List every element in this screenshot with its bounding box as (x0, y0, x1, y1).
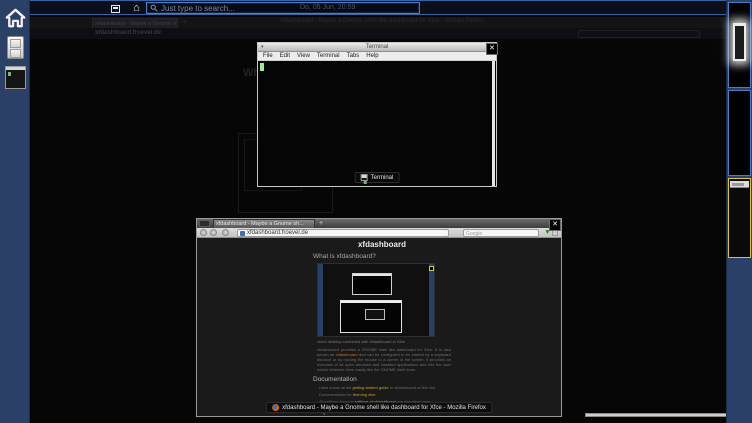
dashboard-searchbox[interactable] (146, 2, 420, 14)
firefox-search-field[interactable]: Google (463, 229, 539, 237)
firefox-tabbar: xfdashboard - Maybe a Gnome sh... + (197, 219, 561, 228)
terminal-menu-tabs[interactable]: Tabs (347, 53, 360, 59)
page-column: xfdashboard What is xfdashboard? xfce4 d… (313, 240, 451, 416)
intro-paragraph: xfdashboard provides a GNOME shell like … (317, 347, 451, 372)
terminal-menu-file[interactable]: File (263, 53, 273, 59)
workspace-window-titlebar (730, 181, 749, 188)
background-scrollbar (585, 413, 731, 417)
page-title: xfdashboard (313, 240, 451, 249)
search-icon (150, 4, 158, 12)
terminal-menubar: File Edit View Terminal Tabs Help (258, 52, 496, 61)
quicklaunch-file-manager[interactable] (0, 36, 30, 59)
screenshot-terminal-mini (352, 273, 392, 295)
workspace-thumbnail-3-active[interactable] (728, 178, 751, 258)
workspace-panel (726, 0, 752, 423)
doc-link[interactable]: theming xfce (353, 392, 376, 397)
terminal-content[interactable] (258, 61, 496, 186)
panel-clock: Do, 05 Jun, 20:59 (300, 4, 355, 11)
back-button[interactable] (200, 229, 207, 236)
terminal-menu-help[interactable]: Help (366, 53, 378, 59)
terminal-close-button[interactable]: ✕ (486, 43, 498, 55)
firefox-navbar: xfdashboard.froevel.de Google ▼ (197, 228, 561, 238)
dashboard-topbar: Do, 05 Jun, 20:59 ⌂ (30, 0, 726, 15)
firefox-window-preview[interactable]: xfdashboard - Maybe a Gnome sh... + xfda… (196, 218, 562, 417)
site-favicon (240, 231, 245, 236)
terminal-thumbnail-icon (5, 66, 26, 89)
file-manager-icon (7, 36, 24, 59)
quicklaunch-panel (0, 0, 30, 423)
home-icon (4, 7, 27, 30)
quicklaunch-terminal[interactable] (0, 66, 30, 89)
home-view-button[interactable]: ⌂ (129, 3, 144, 14)
firefox-page-content[interactable]: xfdashboard What is xfdashboard? xfce4 d… (197, 238, 561, 416)
url-field[interactable]: xfdashboard.froevel.de (237, 229, 449, 237)
doc-item: Documentation for theming xfce. (319, 392, 451, 397)
page-intro-heading: What is xfdashboard? (313, 253, 451, 260)
firefox-tab[interactable]: xfdashboard - Maybe a Gnome sh... (213, 219, 315, 228)
windows-view-icon (111, 5, 120, 13)
workspace-window-glow (733, 23, 746, 61)
firefox-window-label: xfdashboard - Maybe a Gnome shell like d… (266, 402, 492, 413)
workspace-thumbnail-1[interactable] (728, 2, 751, 88)
terminal-title: Terminal (258, 44, 496, 50)
background-firefox-tab: xfdashboard - Maybe a Gnome shel (92, 18, 178, 28)
screenshot-firefox-mini (340, 300, 402, 333)
terminal-titlebar: ▾ Terminal (258, 43, 496, 52)
doc-link[interactable]: getting started guide (352, 385, 388, 390)
terminal-window-preview[interactable]: ▾ Terminal File Edit View Terminal Tabs … (257, 42, 497, 187)
background-search-field (578, 30, 700, 38)
terminal-window-label: Terminal (355, 172, 400, 183)
doc-item: Have a look at the getting started guide… (319, 385, 451, 390)
screenshot-active-workspace (429, 266, 434, 271)
search-input[interactable] (161, 4, 391, 13)
url-text: xfdashboard.froevel.de (247, 230, 308, 236)
forward-button[interactable] (210, 229, 217, 236)
quicklaunch-home[interactable] (0, 7, 30, 30)
background-new-tab-icon: + (183, 19, 187, 26)
terminal-menu-view[interactable]: View (297, 53, 310, 59)
windows-view-button[interactable] (108, 3, 123, 14)
terminal-icon (361, 174, 368, 181)
terminal-menu-edit[interactable]: Edit (280, 53, 290, 59)
firefox-menu-button[interactable] (199, 220, 210, 227)
reload-button[interactable] (222, 229, 229, 236)
terminal-cursor (260, 63, 264, 71)
workspace-thumbnail-2[interactable] (728, 90, 751, 176)
background-window-title: xfdashboard - Maybe a Gnome shell like d… (280, 18, 484, 24)
terminal-menu-terminal[interactable]: Terminal (317, 53, 340, 59)
firefox-icon (272, 404, 279, 411)
screenshot-right-panel (429, 264, 434, 336)
new-tab-icon[interactable]: + (319, 220, 323, 227)
home-icon: ⌂ (133, 4, 140, 13)
xfdashboard-screenshot-image (317, 263, 435, 337)
xfdashboard-overview: xfdashboard - Maybe a Gnome shell like d… (0, 0, 752, 423)
documentation-heading: Documentation (313, 376, 451, 383)
screenshot-left-panel (318, 264, 323, 336)
screenshot-caption: xfce4 desktop combined with xfdashboard … (317, 339, 451, 344)
terminal-scrollbar[interactable] (492, 61, 495, 186)
background-url-text: xfdashboard.froevel.de (95, 30, 161, 36)
firefox-close-button[interactable]: ✕ (549, 219, 561, 231)
